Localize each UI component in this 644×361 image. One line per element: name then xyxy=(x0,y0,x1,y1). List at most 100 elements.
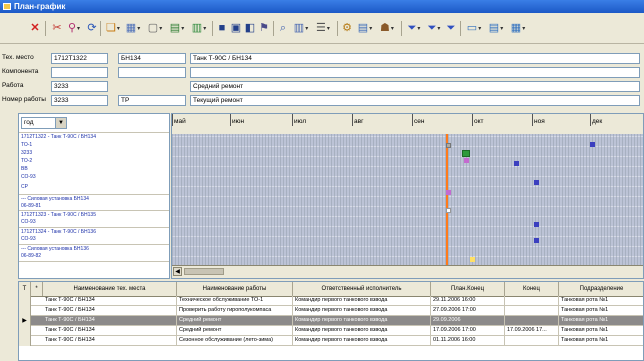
period-select[interactable]: год ▼ xyxy=(21,117,67,129)
tree-item[interactable]: 1712Т1323 - Танк Т-90С / БН135 xyxy=(21,212,96,218)
export-icon[interactable]: ▥ ▾ xyxy=(190,21,208,36)
tree-item[interactable]: ТО-2 xyxy=(21,158,32,164)
task-marker[interactable] xyxy=(446,208,451,213)
filter-check-icon[interactable]: ⏷ ▾ xyxy=(425,21,443,36)
tree-item[interactable]: СО-93 xyxy=(21,236,36,242)
column-header[interactable]: Подразделение xyxy=(559,282,643,296)
work-type-field[interactable]: ТР xyxy=(118,95,186,106)
app-icon xyxy=(3,3,11,10)
cell-unit: Танковая рота №1 xyxy=(559,316,643,326)
delete-icon[interactable]: ✕ xyxy=(28,21,42,36)
tree-item[interactable]: --- Силовая установка БН136 xyxy=(21,246,89,252)
column-header[interactable]: План.Конец xyxy=(431,282,505,296)
task-marker[interactable] xyxy=(446,143,451,148)
window-titlebar: План-график xyxy=(0,0,644,13)
tree-item[interactable]: 1712Т1322 - Танк Т-90С / БН134 xyxy=(21,134,96,140)
frame-icon[interactable]: ▢ ▾ xyxy=(146,21,164,36)
cell-unit: Танковая рота №1 xyxy=(559,306,643,316)
tree-item[interactable]: ТО-1 xyxy=(21,142,32,148)
gantt-grid[interactable] xyxy=(172,134,643,267)
filter-clear-icon[interactable]: ⏷ xyxy=(445,21,457,36)
tree-item[interactable]: 06-89-81 xyxy=(21,203,41,209)
print-icon[interactable]: ■ xyxy=(216,21,228,36)
table-row-selected[interactable]: ▶ Танк Т-90С / БН134 Средний ремонт Кома… xyxy=(19,316,643,326)
help-icon[interactable]: ▦ ▾ xyxy=(508,21,528,36)
cell-unit: Танковая рота №1 xyxy=(559,326,643,336)
cell-responsible: Командир первого танкового взвода xyxy=(293,336,431,346)
column-header[interactable]: Наименование работы xyxy=(177,282,293,296)
copy-icon[interactable]: ❏ ▾ xyxy=(104,21,122,36)
column-header[interactable]: Наименование тех. места xyxy=(43,282,177,296)
table-row[interactable]: Танк Т-90С / БН134 Техническое обслужива… xyxy=(19,296,643,306)
table-row[interactable]: Танк Т-90С / БН134 Проверить работу гиро… xyxy=(19,306,643,316)
cell-responsible: Командир первого танкового взвода xyxy=(293,296,431,306)
work-orders-table: Т * Наименование тех. места Наименование… xyxy=(18,281,644,361)
task-marker[interactable] xyxy=(534,238,539,243)
cell-work: Проверить работу гирополукомпаса xyxy=(177,306,293,316)
tree-item[interactable]: СО-93 xyxy=(21,219,36,225)
preview-icon[interactable]: ▣ xyxy=(230,21,242,36)
task-marker[interactable] xyxy=(534,180,539,185)
tree-item[interactable]: СО-93 xyxy=(21,174,36,180)
scroll-thumb[interactable] xyxy=(184,268,224,275)
tech-place-name-field[interactable]: Танк Т-90С / БН134 xyxy=(190,53,640,64)
component-code-field[interactable] xyxy=(51,67,108,78)
table-row[interactable]: Танк Т-90С / БН134 Средний ремонт Команд… xyxy=(19,326,643,336)
filter-icon[interactable]: ▤ ▾ xyxy=(355,21,375,36)
task-marker[interactable] xyxy=(534,222,539,227)
tech-place-code-field[interactable]: 1712Т1322 xyxy=(51,53,108,64)
task-marker[interactable] xyxy=(446,190,451,195)
column-header[interactable]: Конец xyxy=(505,282,559,296)
work-code-field[interactable]: 3233 xyxy=(51,81,108,92)
find-icon[interactable]: ⚲ ▾ xyxy=(66,21,82,36)
column-header[interactable]: Т xyxy=(19,282,31,296)
column-header[interactable]: * xyxy=(31,282,43,296)
form-icon[interactable]: ▤ ▾ xyxy=(486,21,506,36)
columns-icon[interactable]: ▥ ▾ xyxy=(291,21,311,36)
chevron-down-icon[interactable]: ▼ xyxy=(55,118,66,128)
gantt-hscrollbar[interactable]: ◀ xyxy=(172,265,643,278)
cell-work: Средний ремонт xyxy=(177,326,293,336)
component-id-field[interactable] xyxy=(118,67,186,78)
cell-end: 17.09.2006 17... xyxy=(505,326,559,336)
window-icon[interactable]: ▭ ▾ xyxy=(464,21,484,36)
pin-icon[interactable]: ⚑ xyxy=(258,21,270,36)
tree-item[interactable]: ВВ xyxy=(21,166,28,172)
tree-item[interactable]: СР xyxy=(21,184,28,190)
task-marker[interactable] xyxy=(590,142,595,147)
task-marker[interactable] xyxy=(514,161,519,166)
tree-item[interactable]: --- Силовая установка БН134 xyxy=(21,196,89,202)
user-icon[interactable]: ☗ ▾ xyxy=(377,21,397,36)
work-type-name-field[interactable]: Текущий ремонт xyxy=(190,95,640,106)
scroll-left-icon[interactable]: ◀ xyxy=(173,267,182,276)
tech-place-id-field[interactable]: БН134 xyxy=(118,53,186,64)
table-icon[interactable]: ▦ ▾ xyxy=(124,21,142,36)
tree-item[interactable]: 1712Т1324 - Танк Т-90С / БН136 xyxy=(21,229,96,235)
settings-icon[interactable]: ⚙ xyxy=(341,21,353,36)
table-row[interactable]: Танк Т-90С / БН134 Сезонное обслуживание… xyxy=(19,336,643,346)
print-setup-icon[interactable]: ◧ xyxy=(244,21,256,36)
chart-icon[interactable]: ▤ ▾ xyxy=(168,21,186,36)
tree-item[interactable]: 06-89-82 xyxy=(21,253,41,259)
toolbar: ✕ ✂ ⚲ ▾ ⟳ ❏ ▾ ▦ ▾ ▢ ▾ ▤ ▾ ▥ ▾ ■ ▣ ◧ ⚑ ⌕ ▥ ▾ ☰ ▾ … xyxy=(0,13,644,44)
cell-end xyxy=(505,306,559,316)
work-number-label: Номер работы xyxy=(2,96,46,103)
component-label: Компонента xyxy=(2,68,39,75)
column-header[interactable]: Ответственный исполнитель xyxy=(293,282,431,296)
search-icon[interactable]: ⌕ xyxy=(277,21,289,36)
component-name-field[interactable] xyxy=(190,67,640,78)
cell-responsible: Командир первого танкового взвода xyxy=(293,316,431,326)
task-marker[interactable] xyxy=(464,158,469,163)
month-label: май xyxy=(174,118,186,125)
work-number-field[interactable]: 3233 xyxy=(51,95,108,106)
tree-item[interactable]: 3233 xyxy=(21,150,32,156)
refresh-icon[interactable]: ⟳ xyxy=(86,21,98,36)
funnel-icon[interactable]: ⏷ ▾ xyxy=(405,21,423,36)
task-marker-selected[interactable] xyxy=(462,150,470,157)
today-line xyxy=(446,134,448,267)
task-marker[interactable] xyxy=(470,257,475,262)
cut-icon[interactable]: ✂ xyxy=(50,21,64,36)
gantt-chart[interactable]: май июн июл авг сен окт ноя дек ◀ xyxy=(171,113,644,279)
work-name-field[interactable]: Средний ремонт xyxy=(190,81,640,92)
list-icon[interactable]: ☰ ▾ xyxy=(313,21,333,36)
